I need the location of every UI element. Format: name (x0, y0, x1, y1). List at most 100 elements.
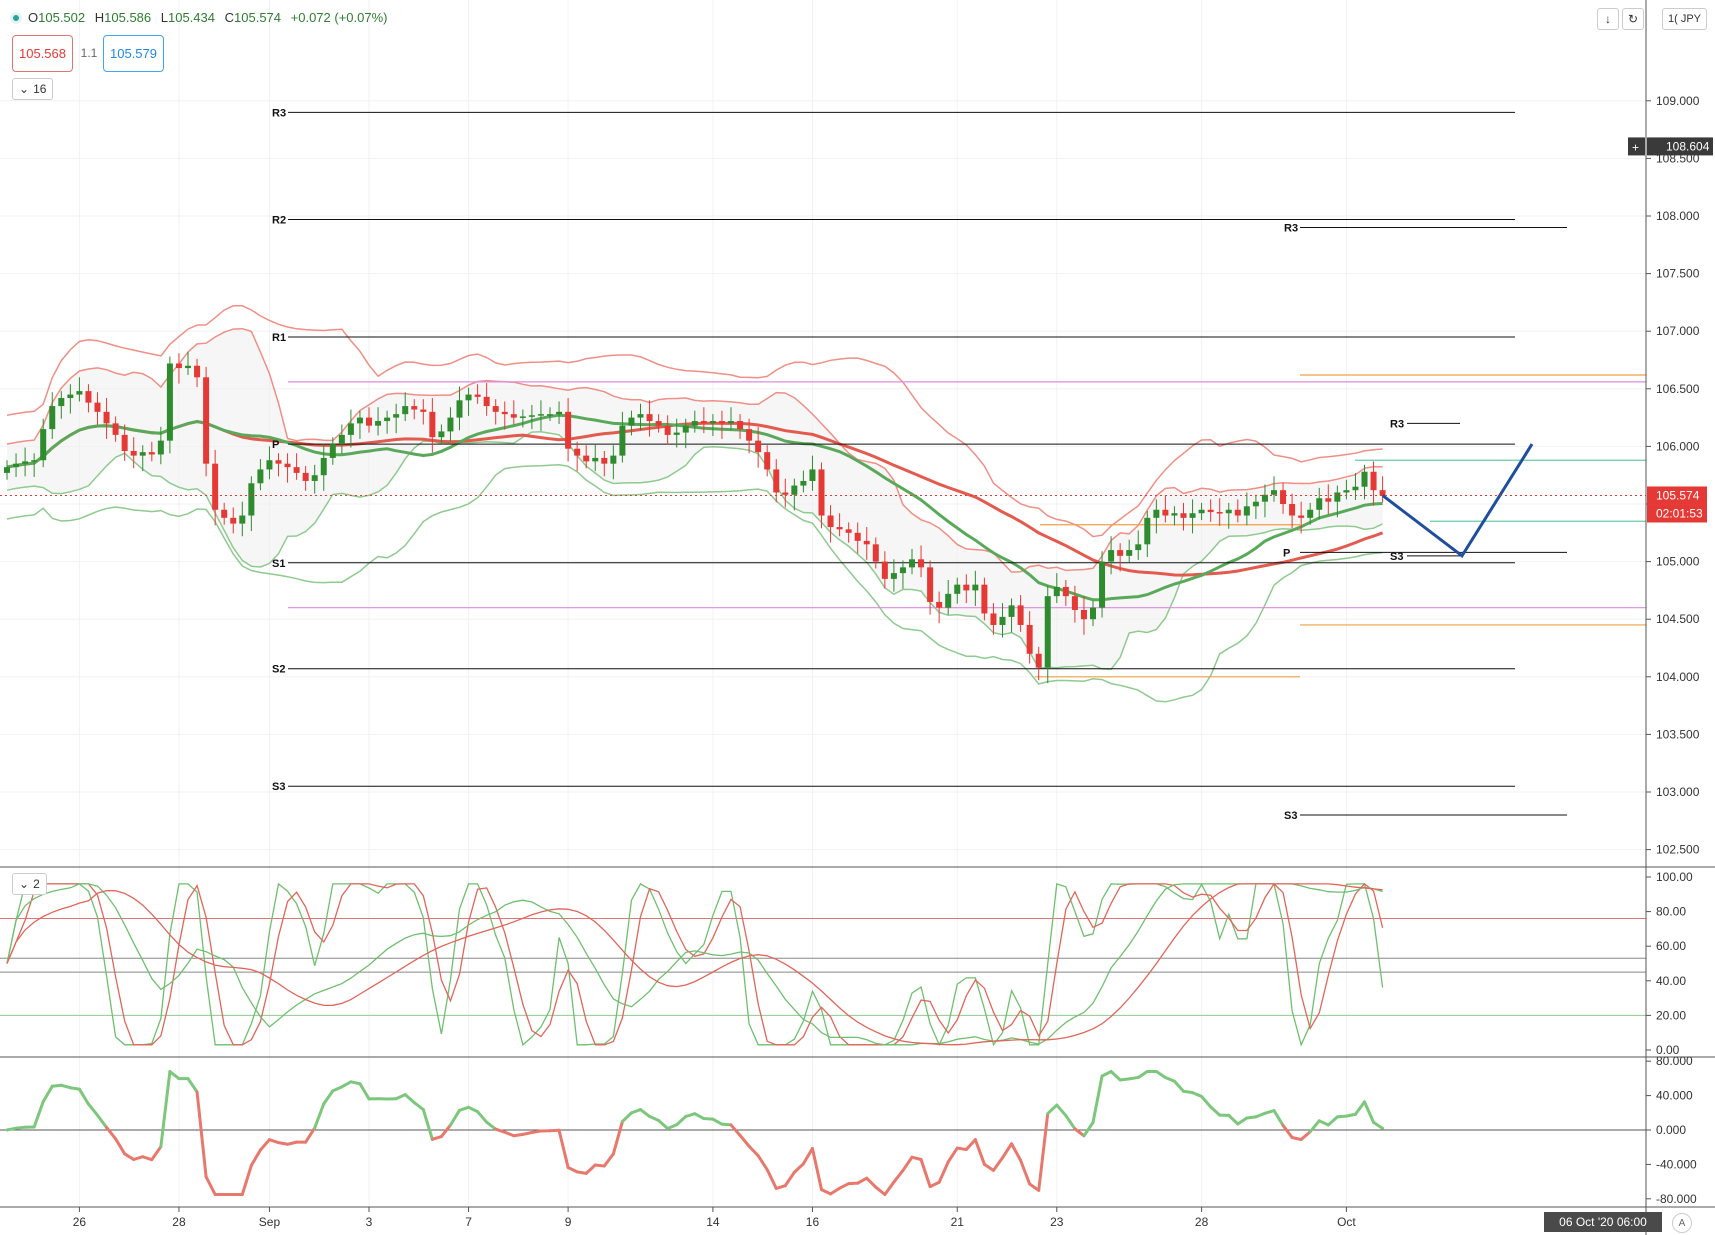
candle-body (221, 509, 228, 518)
x-tick-label: 28 (1195, 1215, 1209, 1229)
candle-body (990, 613, 997, 625)
momentum-segment (1227, 1113, 1240, 1126)
chart-canvas[interactable]: R3 R2 R1 P S1 S2 S3 R3 S3 R3 P S3 26 28 Sep 3 7 9 14 16 21 2… (0, 0, 1715, 1235)
momentum-segment (195, 1090, 208, 1179)
momentum-segment (123, 1152, 136, 1161)
candle-body (981, 584, 988, 614)
momentum-pane[interactable] (0, 1070, 1646, 1196)
candle-body (58, 398, 65, 407)
candle-body (1017, 605, 1024, 625)
momentum-segment (1091, 1074, 1104, 1125)
oscillator-pane[interactable] (0, 882, 1646, 1047)
close-value: 105.574 (234, 10, 282, 25)
momentum-segment (584, 1163, 597, 1175)
x-tick-label: 26 (73, 1215, 87, 1229)
momentum-segment (485, 1120, 498, 1131)
candle-body (782, 492, 789, 495)
momentum-segment (1363, 1100, 1376, 1124)
momentum-segment (150, 1145, 163, 1162)
forecast-path (1381, 443, 1534, 559)
momentum-segment (77, 1087, 90, 1106)
price-tick-label: 103.500 (1656, 727, 1700, 741)
price-tick-label: 104.500 (1656, 612, 1700, 626)
candle-body (40, 429, 47, 461)
momentum-segment (258, 1138, 271, 1152)
buy-button[interactable]: 105.579 (103, 35, 164, 72)
auto-scale-button[interactable]: A (1672, 1213, 1692, 1233)
candle-body (483, 396, 490, 407)
candle-body (266, 460, 273, 470)
pane2-collapse-button[interactable]: ⌄ 2 (12, 873, 47, 895)
candle (166, 356, 173, 454)
candle-body (22, 461, 29, 464)
oscillator-tick-label: 60.00 (1656, 939, 1686, 953)
momentum-segment (467, 1105, 480, 1114)
sell-button[interactable]: 105.568 (12, 35, 73, 72)
momentum-segment (1272, 1109, 1285, 1127)
x-tick-label: 3 (366, 1215, 373, 1229)
momentum-segment (1010, 1142, 1023, 1162)
momentum-segment (693, 1112, 706, 1121)
open-value: 105.502 (38, 10, 86, 25)
candle-body (872, 544, 879, 562)
candle-body (637, 414, 644, 418)
candle-body (547, 414, 553, 416)
candle-body (67, 394, 74, 399)
candle-body (1099, 561, 1106, 608)
momentum-segment (439, 1123, 452, 1139)
candle-body (157, 440, 164, 455)
momentum-segment (1109, 1070, 1122, 1082)
momentum-segment (1064, 1114, 1077, 1131)
price-tick-label: 106.500 (1656, 382, 1700, 396)
candle-body (809, 469, 816, 481)
candle-body (329, 444, 336, 458)
monthly-pivot-label: R1 (272, 332, 286, 344)
momentum-segment (32, 1100, 45, 1129)
candle-body (1117, 550, 1124, 556)
momentum-segment (1209, 1105, 1222, 1117)
x-tick-label: Sep (259, 1215, 281, 1229)
crosshair-price-tag: 108.604 (1666, 139, 1710, 153)
candle-body (185, 365, 191, 369)
momentum-segment (657, 1118, 670, 1131)
momentum-tick-label: -80.000 (1656, 1192, 1697, 1206)
candle-body (1280, 490, 1287, 504)
candle-body (1053, 586, 1060, 597)
x-tick-label: 21 (951, 1215, 965, 1229)
candle-body (755, 440, 762, 453)
candle-body (800, 480, 807, 486)
time-axis-cursor-label: 06 Oct '20 06:00 (1544, 1212, 1662, 1232)
momentum-segment (1372, 1120, 1385, 1130)
candle-body (565, 411, 572, 449)
download-icon[interactable]: ↓ (1597, 8, 1619, 30)
candle-body (76, 391, 83, 395)
momentum-segment (602, 1152, 615, 1168)
candle-body (1008, 605, 1015, 617)
candle-body (1316, 498, 1323, 510)
oscillator-tick-label: 40.00 (1656, 974, 1686, 988)
candle-body (1271, 490, 1277, 495)
momentum-segment (114, 1137, 127, 1156)
candle-body (890, 573, 897, 579)
candle-body (583, 455, 590, 462)
momentum-segment (792, 1162, 805, 1174)
indicator-collapse-button[interactable]: ⌄ 16 (12, 78, 54, 100)
x-tick-label: 16 (806, 1215, 820, 1229)
momentum-segment (1046, 1103, 1059, 1116)
currency-button[interactable]: 1( JPY (1661, 8, 1707, 30)
candle-body (447, 417, 454, 432)
momentum-tick-label: -40.000 (1656, 1157, 1697, 1171)
candle-body (284, 463, 291, 468)
chevron-down-icon: ⌄ (19, 877, 30, 891)
candle-body (456, 400, 463, 418)
price-pane[interactable]: R3 R2 R1 P S1 S2 S3 R3 S3 R3 P S3 (0, 107, 1646, 822)
candle-body (574, 448, 581, 456)
price-tick-label: 107.500 (1656, 267, 1700, 281)
candle-body (528, 415, 535, 417)
refresh-icon[interactable]: ↻ (1622, 8, 1644, 30)
momentum-segment (874, 1185, 887, 1196)
candle-body (139, 452, 146, 456)
momentum-segment (1136, 1070, 1149, 1079)
candle-body (1225, 509, 1232, 514)
monthly-pivot-label: R2 (272, 214, 286, 226)
